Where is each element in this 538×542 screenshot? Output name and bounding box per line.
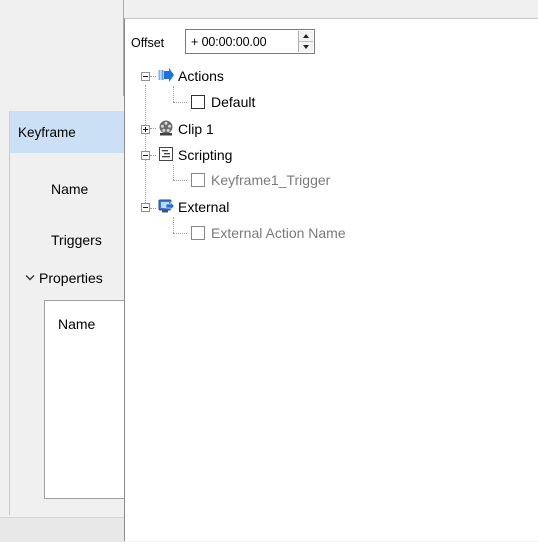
tree-item-label: External Action Name — [211, 225, 346, 241]
offset-label: Offset — [131, 36, 165, 50]
chevron-down-icon — [25, 275, 35, 281]
offset-spinner[interactable] — [298, 31, 313, 52]
panel-footer — [0, 517, 124, 542]
triggers-label: Triggers — [51, 232, 102, 248]
external-action-checkbox[interactable] — [191, 226, 205, 240]
default-checkbox[interactable] — [191, 95, 205, 109]
tree-node-label: External — [178, 199, 230, 215]
caret-down-icon — [303, 45, 309, 49]
spin-down-button[interactable] — [299, 42, 313, 52]
spin-up-button[interactable] — [299, 31, 313, 42]
tab-keyframe[interactable]: Keyframe — [9, 111, 124, 153]
tree-node-label: Scripting — [178, 147, 233, 163]
tree-node-label: Actions — [178, 68, 224, 84]
tree-node-label: Clip 1 — [178, 121, 214, 137]
tree-item-label: Keyframe1_Trigger — [211, 172, 331, 188]
trigger-picker-popup: Offset + 00:00:00.00 Actions Default Cli… — [124, 18, 538, 541]
collapse-toggle[interactable] — [141, 151, 150, 160]
caret-up-icon — [303, 34, 309, 38]
tree-item-label: Default — [211, 94, 256, 110]
keyframe-trigger-checkbox[interactable] — [191, 173, 205, 187]
tab-keyframe-label: Keyframe — [18, 125, 76, 140]
external-icon — [158, 199, 174, 213]
script-icon — [159, 147, 173, 161]
expand-toggle[interactable] — [141, 125, 150, 134]
name-label: Name — [51, 181, 89, 197]
film-reel-icon — [159, 120, 173, 136]
collapse-toggle[interactable] — [141, 203, 150, 212]
properties-label: Properties — [39, 270, 103, 286]
offset-time-input[interactable]: + 00:00:00.00 — [185, 29, 315, 54]
offset-time-value: + 00:00:00.00 — [191, 35, 267, 49]
properties-table-header-name: Name — [58, 316, 96, 332]
arrow-right-icon — [158, 68, 174, 82]
properties-table[interactable]: Name — [44, 300, 125, 499]
panel-left-border — [9, 153, 10, 515]
collapse-toggle[interactable] — [141, 72, 150, 81]
